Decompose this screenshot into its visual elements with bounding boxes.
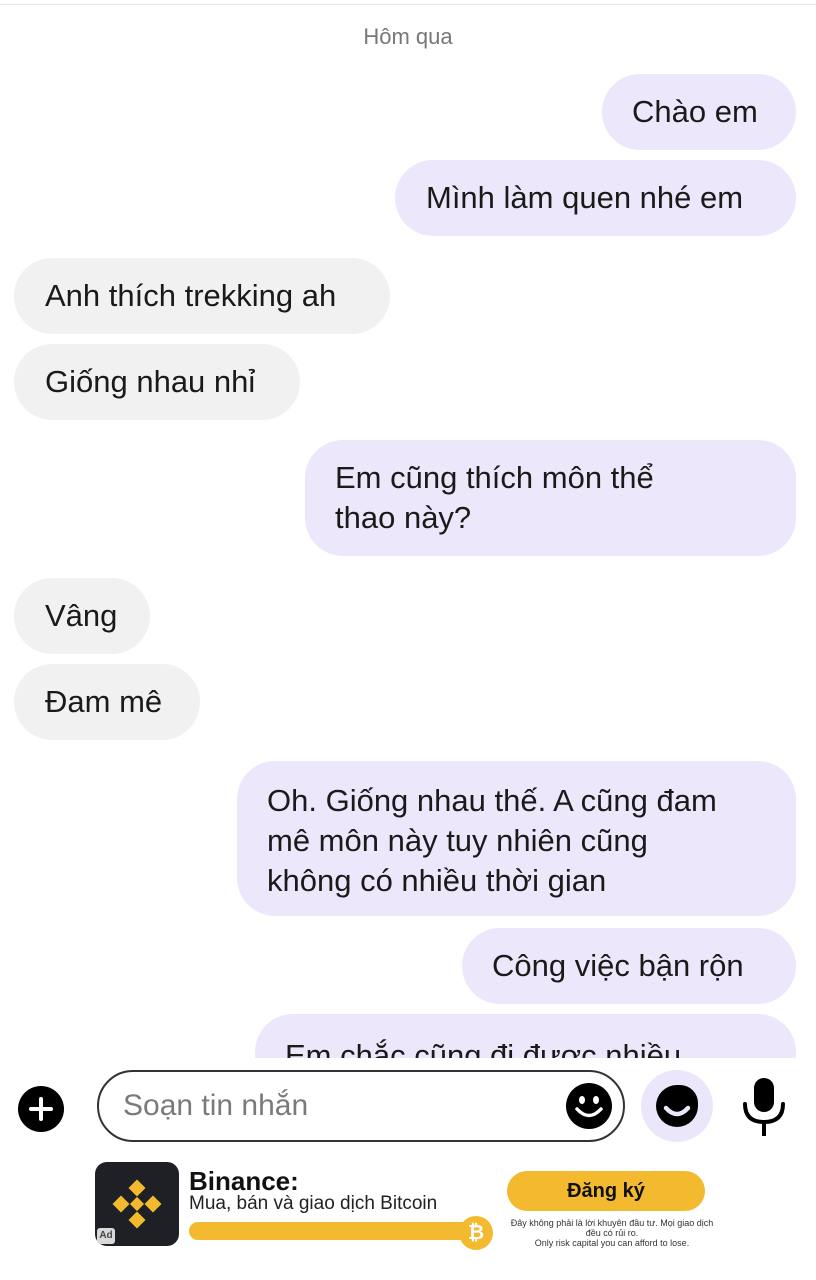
- message-text-line: Em cũng thích môn thể: [335, 460, 654, 495]
- message-text: Chào em: [632, 94, 758, 129]
- message-text: Vâng: [45, 598, 118, 633]
- message-input[interactable]: [123, 1089, 543, 1123]
- message-bubble-received[interactable]: Đam mê: [14, 664, 200, 740]
- ad-disclaimer: Đây không phải là lời khuyên đầu tư. Mọi…: [500, 1218, 724, 1248]
- ad-subtitle[interactable]: Mua, bán và giao dịch Bitcoin: [189, 1193, 437, 1215]
- binance-logo-icon[interactable]: Ad: [95, 1162, 179, 1246]
- bitcoin-coin-icon: ₿: [459, 1216, 493, 1250]
- plus-circle-icon[interactable]: [18, 1086, 64, 1132]
- chat-screen: Hôm qua Chào em Mình làm quen nhé em Anh…: [0, 0, 816, 1280]
- ad-signup-button[interactable]: Đăng ký: [507, 1171, 705, 1211]
- message-text: Công việc bận rộn: [492, 948, 744, 983]
- message-text: Mình làm quen nhé em: [426, 180, 744, 215]
- message-text-line: Oh. Giống nhau thế. A cũng đam: [267, 783, 717, 818]
- message-text-line: mê môn này tuy nhiên cũng: [267, 823, 648, 858]
- message-text: Anh thích trekking ah: [45, 278, 337, 313]
- smiley-face-icon[interactable]: [565, 1082, 613, 1130]
- message-bubble-sent[interactable]: Chào em: [602, 74, 796, 150]
- message-bubble-received[interactable]: Anh thích trekking ah: [14, 258, 390, 334]
- ad-banner[interactable]: Ad Binance: Mua, bán và giao dịch Bitcoi…: [0, 1158, 816, 1280]
- message-text: Em chắc cũng đi được nhiều: [285, 1038, 682, 1058]
- sticker-face-icon: [656, 1085, 698, 1127]
- ad-badge: Ad: [97, 1228, 115, 1244]
- message-text-line: không có nhiều thời gian: [267, 863, 607, 898]
- message-text: Đam mê: [45, 684, 163, 719]
- microphone-icon[interactable]: [738, 1076, 790, 1140]
- message-bubble-sent[interactable]: Em cũng thích môn thể thao này?: [305, 440, 796, 556]
- ad-progress-fill: [189, 1222, 474, 1240]
- message-text: Giống nhau nhỉ: [45, 364, 256, 399]
- message-input-box[interactable]: [97, 1070, 625, 1142]
- message-list[interactable]: Hôm qua Chào em Mình làm quen nhé em Anh…: [0, 0, 816, 1058]
- message-text-line: thao này?: [335, 500, 472, 535]
- ad-disclaimer-line: đều có rủi ro.: [585, 1228, 639, 1238]
- message-bubble-sent[interactable]: Mình làm quen nhé em: [395, 160, 796, 236]
- ad-disclaimer-line: Only risk capital you can afford to lose…: [534, 1238, 690, 1248]
- message-bubble-sent[interactable]: Em chắc cũng đi được nhiều: [255, 1014, 796, 1058]
- message-bubble-received[interactable]: Giống nhau nhỉ: [14, 344, 300, 420]
- sticker-button[interactable]: [641, 1070, 713, 1142]
- message-bubble-sent[interactable]: Oh. Giống nhau thế. A cũng đam mê môn nà…: [237, 761, 796, 916]
- date-separator: Hôm qua: [363, 24, 453, 49]
- message-composer: [0, 1058, 816, 1158]
- message-bubble-received[interactable]: Vâng: [14, 578, 150, 654]
- ad-disclaimer-line: Đây không phải là lời khuyên đầu tư. Mọi…: [510, 1218, 714, 1228]
- message-bubble-sent[interactable]: Công việc bận rộn: [462, 928, 796, 1004]
- ad-progress-bar: [189, 1222, 489, 1240]
